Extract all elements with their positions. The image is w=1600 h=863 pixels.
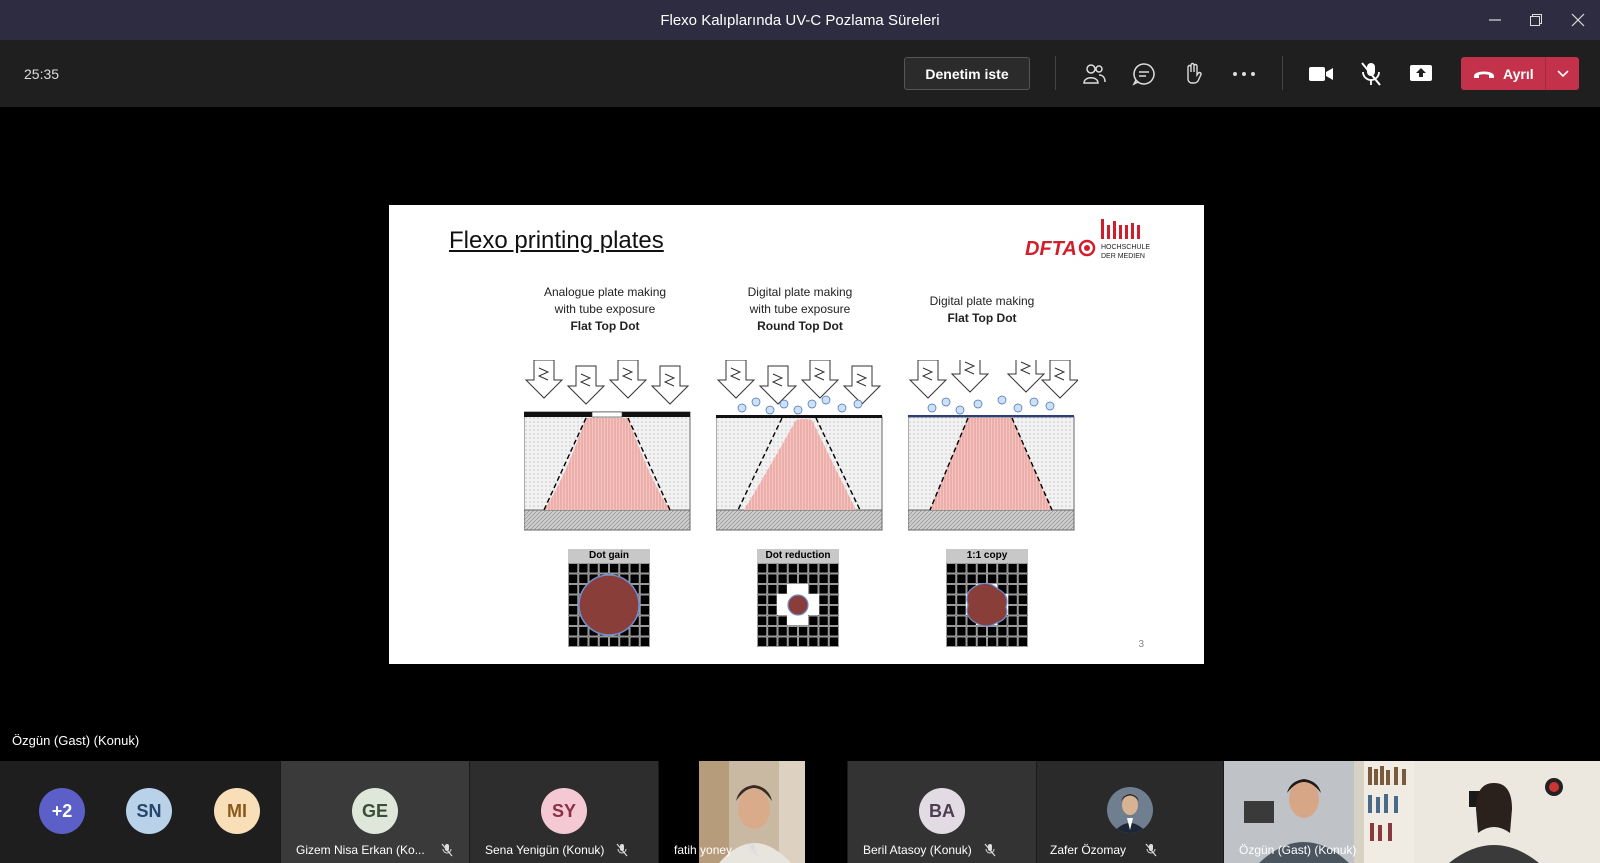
- caption-line: Analogue plate making: [543, 285, 667, 299]
- camera-icon[interactable]: [1307, 60, 1335, 88]
- column-caption-analogue: Analogue plate making with tube exposure…: [520, 284, 690, 335]
- mic-off-icon: [616, 843, 628, 857]
- leave-label: Ayrıl: [1503, 65, 1534, 82]
- hang-up-icon: [1473, 68, 1495, 80]
- participant-tile-video-fatih[interactable]: fatih yoney: [659, 761, 847, 863]
- avatar-initials: +2: [51, 800, 73, 821]
- column-caption-digital-flat: Digital plate making Flat Top Dot: [897, 293, 1067, 327]
- overflow-tile: +2 SN MI: [0, 761, 280, 863]
- analogue-plate-diagram: [524, 360, 691, 531]
- avatar-ba: BA: [919, 788, 965, 834]
- participant-name: fatih yoney: [674, 843, 733, 857]
- restore-icon[interactable]: [1524, 8, 1548, 32]
- toolbar-divider: [1055, 56, 1056, 90]
- avatar-initials: MI: [227, 800, 247, 821]
- participant-name: Zafer Özomay: [1050, 843, 1127, 857]
- mic-off-icon: [1145, 843, 1157, 857]
- presenter-name: Özgün (Gast) (Konuk): [12, 733, 140, 748]
- participant-tile-sy[interactable]: SY Sena Yenigün (Konuk): [470, 761, 658, 863]
- svg-text:DFTA: DFTA: [1025, 238, 1077, 260]
- more-options-icon[interactable]: [1230, 60, 1258, 88]
- mic-off-icon[interactable]: [1357, 60, 1385, 88]
- caption-bold: Round Top Dot: [757, 319, 843, 333]
- column-caption-digital-round: Digital plate making with tube exposure …: [715, 284, 885, 335]
- avatar-photo-zafer: [1107, 787, 1153, 833]
- window-title: Flexo Kalıplarında UV-C Pozlama Süreleri: [660, 12, 940, 29]
- participant-name: Sena Yenigün (Konuk): [485, 843, 605, 857]
- minimize-icon[interactable]: [1483, 8, 1507, 32]
- share-screen-icon[interactable]: [1407, 60, 1435, 88]
- leave-button[interactable]: Ayrıl: [1461, 57, 1579, 90]
- avatar-sn[interactable]: SN: [126, 788, 172, 834]
- mic-off-icon: [747, 843, 759, 857]
- meeting-toolbar: 25:35 Denetim iste Ayrıl: [0, 40, 1600, 107]
- shared-content-stage: Flexo printing plates DFTA HOCHSCHULE DE…: [0, 107, 1600, 761]
- participant-tile-ba[interactable]: BA Beril Atasoy (Konuk): [848, 761, 1036, 863]
- digital-round-top-diagram: [716, 360, 883, 531]
- chat-icon[interactable]: [1130, 60, 1158, 88]
- chevron-down-icon[interactable]: [1545, 57, 1579, 90]
- slide-page-number: 3: [1138, 639, 1144, 650]
- dot-label: 1:1 copy: [946, 549, 1028, 563]
- one-to-one-copy-box: 1:1 copy: [946, 549, 1028, 647]
- avatar-mi[interactable]: MI: [214, 788, 260, 834]
- avatar-initials: GE: [361, 800, 388, 821]
- participant-name: Beril Atasoy (Konuk): [863, 843, 972, 857]
- toolbar-divider: [1282, 56, 1283, 90]
- avatar-initials: BA: [929, 800, 955, 821]
- avatar-sy: SY: [541, 788, 587, 834]
- participant-tile-ge[interactable]: GE Gizem Nisa Erkan (Ko...: [281, 761, 469, 863]
- caption-line: Digital plate making: [929, 294, 1035, 308]
- caption-bold: Flat Top Dot: [570, 319, 640, 333]
- mic-off-icon: [441, 843, 453, 857]
- avatar-overflow[interactable]: +2: [39, 788, 85, 834]
- close-icon[interactable]: [1566, 8, 1590, 32]
- participant-name: Gizem Nisa Erkan (Ko...: [296, 843, 425, 857]
- participants-icon[interactable]: [1080, 60, 1108, 88]
- dot-gain-box: Dot gain: [568, 549, 650, 647]
- participant-tile-video-ozgun[interactable]: Özgün (Gast) (Konuk): [1224, 761, 1600, 863]
- caption-bold: Flat Top Dot: [947, 311, 1017, 325]
- dot-reduction-box: Dot reduction: [757, 549, 839, 647]
- caption-line: Digital plate making: [747, 285, 853, 299]
- caption-line: with tube exposure: [554, 302, 656, 316]
- avatar-ge: GE: [352, 788, 398, 834]
- caption-line: with tube exposure: [749, 302, 851, 316]
- svg-text:HOCHSCHULE: HOCHSCHULE: [1101, 244, 1150, 251]
- avatar-initials: SN: [136, 800, 162, 821]
- avatar-initials: SY: [551, 800, 576, 821]
- presentation-slide: Flexo printing plates DFTA HOCHSCHULE DE…: [389, 205, 1204, 664]
- dfta-hdm-logo: DFTA HOCHSCHULE DER MEDIEN: [1025, 219, 1150, 260]
- participant-name: Özgün (Gast) (Konuk): [1239, 843, 1357, 857]
- request-control-button[interactable]: Denetim iste: [904, 57, 1030, 90]
- raise-hand-icon[interactable]: [1180, 60, 1208, 88]
- mic-off-icon: [984, 843, 996, 857]
- digital-flat-top-diagram: [908, 360, 1078, 531]
- meeting-timer: 25:35: [24, 66, 60, 82]
- slide-title: Flexo printing plates: [449, 227, 664, 254]
- dot-label: Dot gain: [568, 549, 650, 563]
- dot-label: Dot reduction: [757, 549, 839, 563]
- svg-text:DER MEDIEN: DER MEDIEN: [1101, 253, 1145, 260]
- participant-strip: +2 SN MI GE Gizem Nisa Erkan (Ko... SY S…: [0, 761, 1600, 863]
- title-bar: Flexo Kalıplarında UV-C Pozlama Süreleri: [0, 0, 1600, 40]
- participant-tile-zafer[interactable]: Zafer Özomay: [1037, 761, 1223, 863]
